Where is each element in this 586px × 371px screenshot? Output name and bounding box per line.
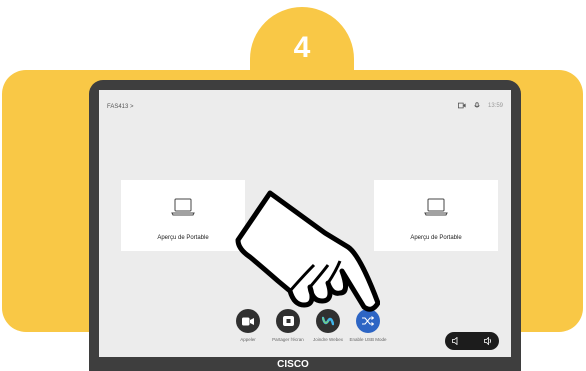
pointing-hand-icon <box>235 190 380 312</box>
volume-down-icon[interactable] <box>452 337 460 345</box>
clock: 13:59 <box>487 102 503 109</box>
volume-control[interactable] <box>445 332 499 350</box>
enable-usb-mode-button-label: Enable USB Mode <box>349 337 387 342</box>
laptop-preview-tile[interactable]: Aperçu de Portable <box>121 180 245 251</box>
camera-status-icon[interactable] <box>457 102 466 109</box>
room-name-breadcrumb[interactable]: FAS413 > <box>107 104 134 110</box>
laptop-preview-tile[interactable]: Aperçu de Portable <box>374 180 498 251</box>
step-number: 4 <box>293 31 311 64</box>
cisco-logo: CISCO <box>277 359 309 370</box>
volume-up-icon[interactable] <box>484 337 492 345</box>
video-camera-icon <box>242 317 254 325</box>
microphone-status-icon[interactable] <box>473 102 481 109</box>
laptop-icon <box>171 198 195 216</box>
share-screen-icon <box>282 316 294 326</box>
tile-label: Aperçu de Portable <box>410 235 462 241</box>
status-bar: 13:59 <box>457 102 503 109</box>
laptop-icon <box>424 198 448 216</box>
tile-label: Aperçu de Portable <box>157 235 209 241</box>
step-badge: 4 <box>250 7 354 87</box>
webex-icon <box>322 316 334 326</box>
shuffle-icon <box>362 316 374 326</box>
